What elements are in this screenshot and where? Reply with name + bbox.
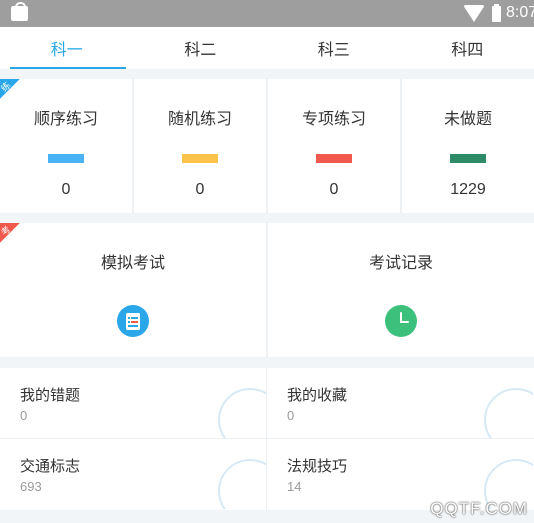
practice-badge: 练	[0, 79, 28, 107]
sequential-practice-button[interactable]: 练 顺序练习 0	[0, 79, 134, 213]
status-bar: 8:07	[0, 0, 534, 27]
practice-label: 专项练习	[301, 109, 366, 128]
shortcut-label: 我的收藏	[287, 386, 348, 404]
undone-questions-button[interactable]: 未做题 1229	[402, 79, 534, 213]
exam-panel: 考 模拟考试 考试记录	[0, 223, 534, 357]
wifi-icon	[463, 5, 485, 22]
tab-subject-4[interactable]: 科四	[401, 27, 534, 69]
tab-subject-1[interactable]: 科一	[0, 27, 134, 69]
practice-count: 1229	[450, 181, 486, 198]
tab-subject-3[interactable]: 科三	[267, 27, 401, 69]
practice-color-bar	[450, 154, 486, 163]
shopping-bag-icon	[11, 2, 28, 21]
practice-count: 0	[61, 181, 71, 198]
practice-color-bar	[182, 154, 218, 163]
battery-icon	[492, 4, 501, 22]
shortcut-count: 0	[287, 408, 295, 423]
practice-count: 0	[329, 181, 339, 198]
clock-icon	[385, 305, 417, 337]
shortcut-label: 法规技巧	[287, 457, 348, 475]
exam-paper-icon	[117, 305, 149, 337]
shortcut-label: 我的错题	[20, 386, 81, 404]
practice-count: 0	[195, 181, 205, 198]
shortcut-count: 0	[20, 408, 28, 423]
exam-records-button[interactable]: 考试记录	[268, 223, 534, 357]
subject-tabs: 科一 科二 科三 科四	[0, 27, 534, 69]
wrong-questions-button[interactable]: 我的错题 0	[0, 368, 266, 438]
practice-color-bar	[316, 154, 352, 163]
topic-practice-button[interactable]: 专项练习 0	[268, 79, 402, 213]
watermark: QQTF.COM	[430, 499, 528, 518]
exam-label: 模拟考试	[100, 253, 165, 272]
grid-divider	[266, 368, 267, 510]
grid-divider	[0, 438, 534, 439]
wrong-questions-icon	[218, 388, 266, 438]
shortcut-count: 693	[20, 479, 42, 494]
favorites-button[interactable]: 我的收藏 0	[267, 368, 533, 438]
shortcut-label: 交通标志	[20, 457, 81, 475]
tab-subject-2[interactable]: 科二	[134, 27, 268, 69]
exam-badge: 考	[0, 223, 28, 251]
favorites-icon	[484, 388, 533, 438]
random-practice-button[interactable]: 随机练习 0	[134, 79, 268, 213]
traffic-sign-icon	[218, 459, 266, 509]
shortcut-grid: 我的错题 0 我的收藏 0 交通标志 693 法规技巧 14	[0, 368, 534, 510]
traffic-signs-button[interactable]: 交通标志 693	[0, 439, 266, 509]
shortcut-count: 14	[287, 479, 302, 494]
practice-panel: 练 顺序练习 0 随机练习 0 专项练习 0 未做题 1229	[0, 79, 534, 213]
practice-color-bar	[48, 154, 84, 163]
mock-exam-button[interactable]: 考 模拟考试	[0, 223, 268, 357]
status-time: 8:07	[506, 4, 534, 21]
practice-label: 随机练习	[167, 109, 232, 128]
exam-label: 考试记录	[368, 253, 433, 272]
practice-label: 顺序练习	[33, 109, 98, 128]
practice-label: 未做题	[443, 109, 492, 128]
